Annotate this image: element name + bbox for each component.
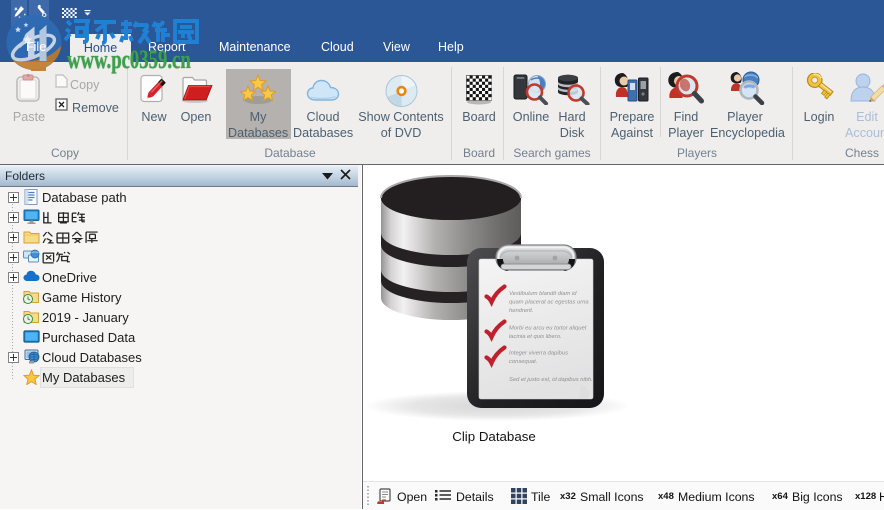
svg-text:Sed et justo est, id dapibus n: Sed et justo est, id dapibus nibh. <box>509 377 593 383</box>
svg-text:Integer viverra dapibus: Integer viverra dapibus <box>509 351 568 357</box>
svg-text:Vestibulum blandit diam id: Vestibulum blandit diam id <box>509 291 577 297</box>
svg-text:lacinia et quis libero.: lacinia et quis libero. <box>509 334 562 340</box>
svg-text:quam placerat ac egestas urna: quam placerat ac egestas urna <box>509 300 589 306</box>
svg-text:Morbi eu arcu eu tortor alique: Morbi eu arcu eu tortor aliquet <box>509 326 587 332</box>
svg-text:hendrerit.: hendrerit. <box>509 308 534 314</box>
svg-text:consequat.: consequat. <box>509 359 537 365</box>
